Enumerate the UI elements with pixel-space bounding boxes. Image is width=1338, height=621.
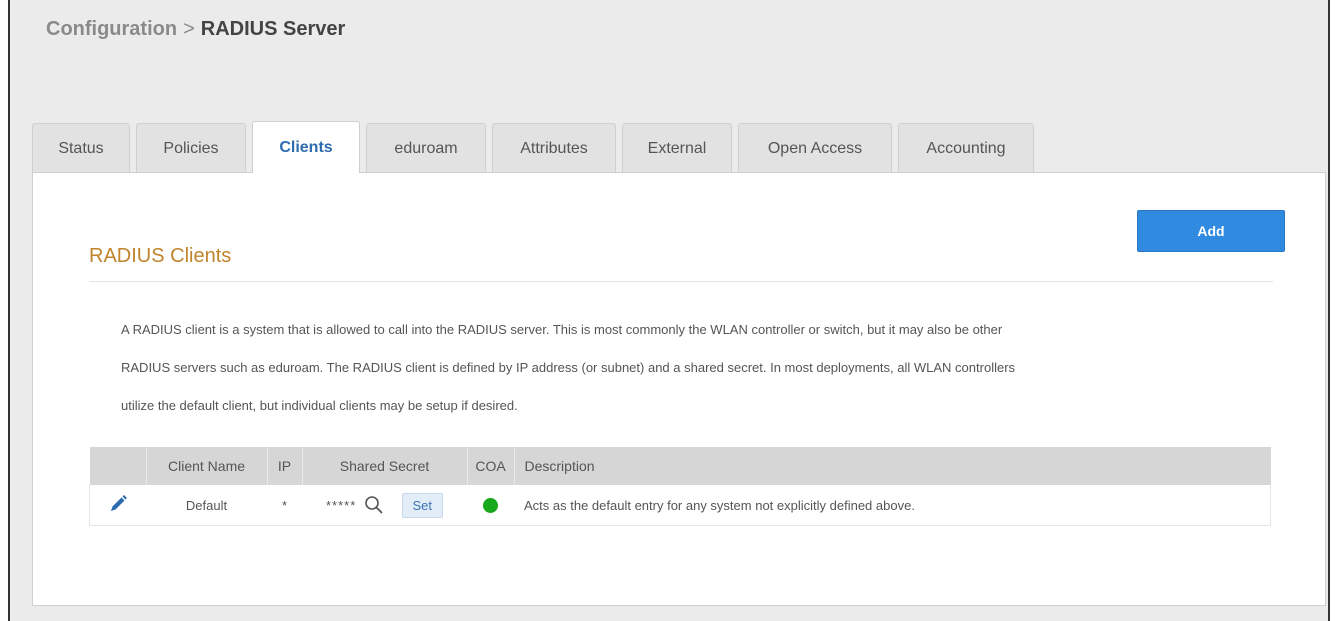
shared-secret-mask: ***** [325, 497, 357, 513]
tab-open-access[interactable]: Open Access [738, 123, 892, 173]
status-dot-icon [483, 498, 498, 514]
header-edit [89, 447, 147, 485]
tab-policies[interactable]: Policies [136, 123, 246, 173]
client-name-cell: Default [146, 485, 267, 526]
description-cell: Acts as the default entry for any system… [514, 485, 1271, 526]
header-shared-secret: Shared Secret [302, 447, 468, 485]
add-client-button[interactable]: Add [1137, 210, 1285, 252]
tab-accounting[interactable]: Accounting [898, 123, 1034, 173]
tab-bar: Status Policies Clients eduroam Attribut… [32, 121, 1040, 173]
description-line-1: A RADIUS client is a system that is allo… [121, 322, 1003, 337]
title-divider [89, 281, 1273, 282]
header-description: Description [514, 447, 1271, 485]
header-ip: IP [267, 447, 303, 485]
clients-panel: Add RADIUS Clients A RADIUS client is a … [32, 172, 1326, 606]
coa-cell [467, 485, 514, 526]
tab-status[interactable]: Status [32, 123, 130, 173]
pencil-icon[interactable] [107, 493, 129, 515]
table-row: Default * ***** Set Acts as the default … [89, 485, 1271, 526]
magnifier-icon[interactable] [364, 495, 384, 515]
breadcrumb: Configuration > RADIUS Server [46, 18, 345, 41]
header-coa: COA [467, 447, 515, 485]
tab-attributes[interactable]: Attributes [492, 123, 616, 173]
description-text: A RADIUS client is a system that is allo… [121, 311, 1281, 425]
table-header-row: Client Name IP Shared Secret COA Descrip… [89, 447, 1271, 485]
ip-cell: * [267, 485, 302, 526]
shared-secret-cell: ***** Set [302, 485, 467, 526]
tab-external[interactable]: External [622, 123, 732, 173]
breadcrumb-parent[interactable]: Configuration [46, 18, 177, 40]
breadcrumb-separator: > [183, 18, 195, 40]
edit-cell [89, 485, 146, 526]
header-client-name: Client Name [146, 447, 268, 485]
tab-eduroam[interactable]: eduroam [366, 123, 486, 173]
set-secret-button[interactable]: Set [401, 492, 444, 518]
clients-table: Client Name IP Shared Secret COA Descrip… [89, 447, 1271, 526]
breadcrumb-current: RADIUS Server [200, 18, 346, 40]
description-line-3: utilize the default client, but individu… [121, 398, 518, 413]
app-frame: Configuration > RADIUS Server Status Polic… [8, 0, 1330, 621]
section-title: RADIUS Clients [89, 245, 232, 267]
description-line-2: RADIUS servers such as eduroam. The RADI… [121, 360, 1016, 375]
tab-clients[interactable]: Clients [252, 121, 360, 173]
